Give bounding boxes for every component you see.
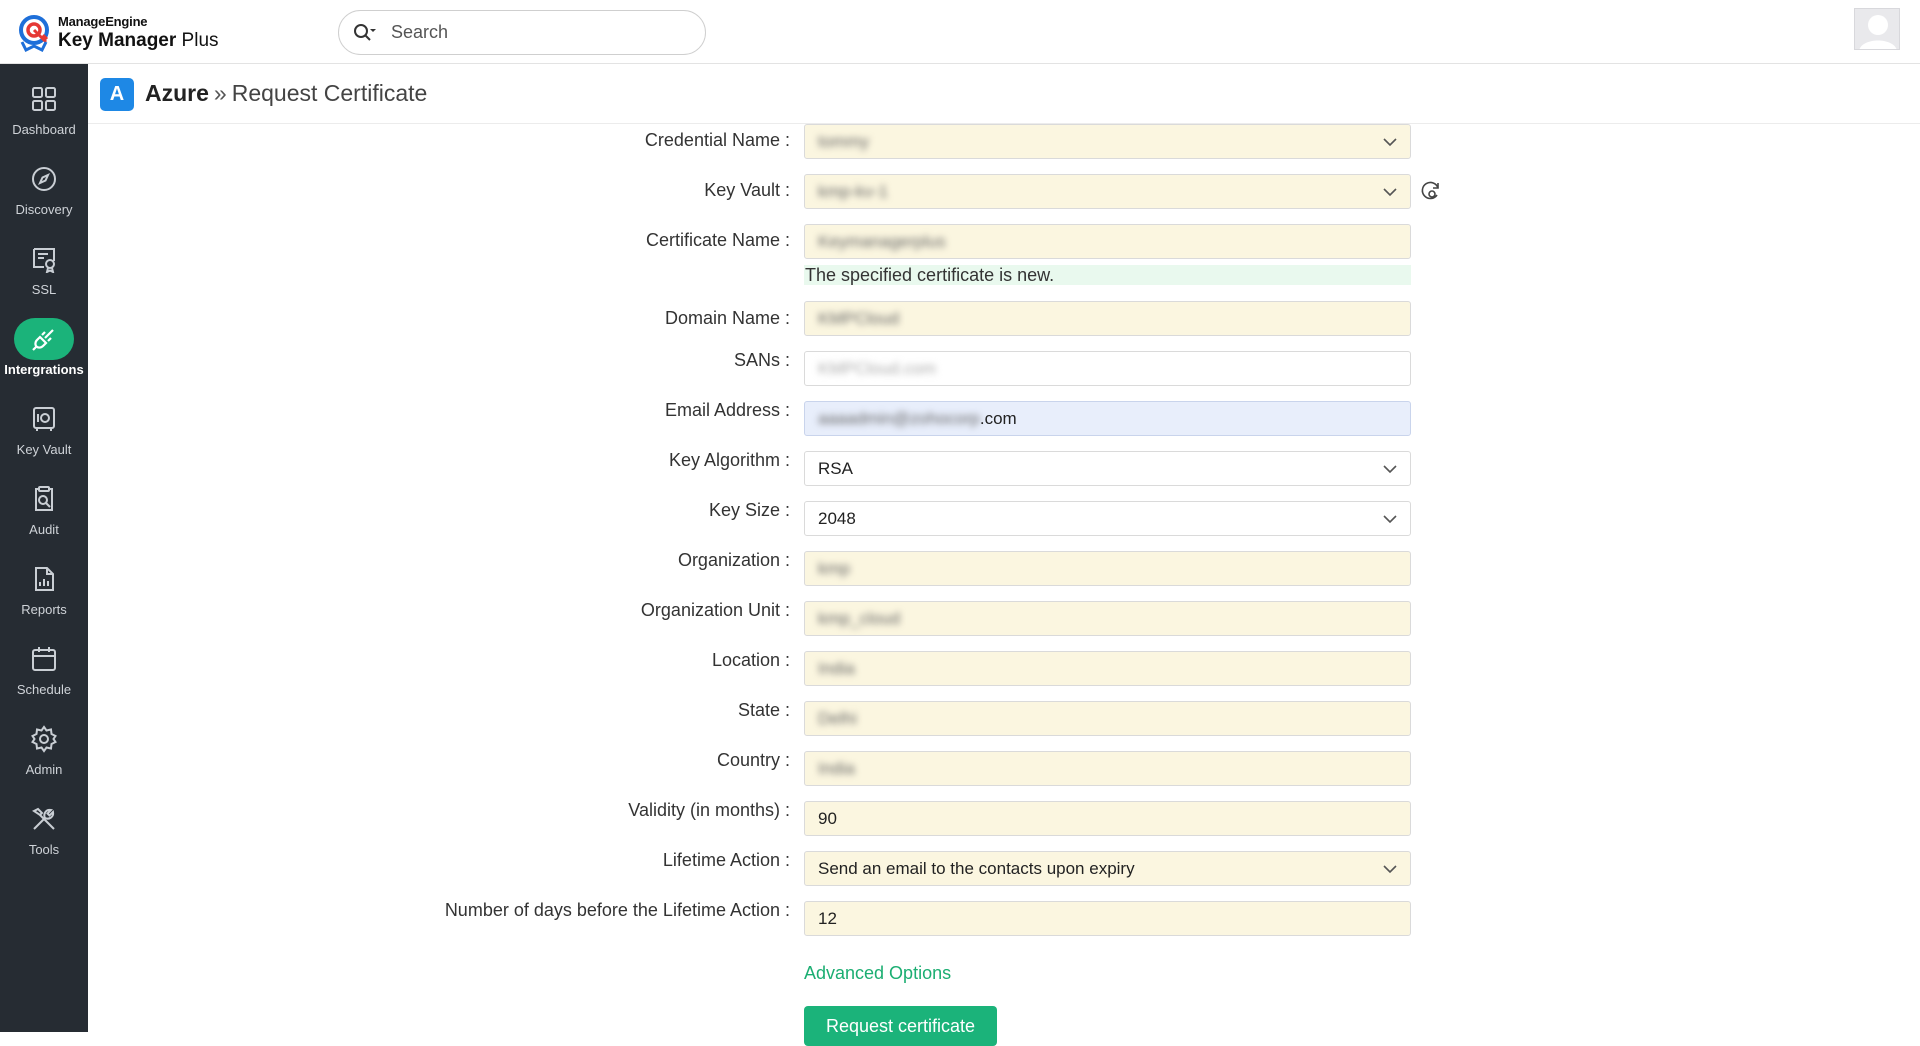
state-field[interactable]: Delhi <box>804 701 1411 736</box>
sans-field[interactable]: KMPCloud.com <box>804 351 1411 386</box>
sidebar-item-dashboard[interactable]: Dashboard <box>0 78 88 150</box>
brand-name: ManageEngine <box>58 13 148 29</box>
state-label: State : <box>737 700 790 720</box>
compass-icon <box>32 167 56 191</box>
email-address-field[interactable]: aaaadmin@zohocorp .com <box>804 401 1411 436</box>
search-input[interactable] <box>391 22 691 43</box>
top-bar: ManageEngine Key Manager Plus <box>0 0 1920 64</box>
country-field[interactable]: India <box>804 751 1411 786</box>
user-icon <box>1859 15 1897 49</box>
sidebar-item-label: Tools <box>28 842 60 857</box>
request-certificate-button[interactable]: Request certificate <box>804 1006 997 1046</box>
sidebar-item-reports[interactable]: Reports <box>0 558 88 630</box>
sidebar-item-tools[interactable]: Tools <box>0 798 88 870</box>
chevron-down-icon <box>1383 465 1397 474</box>
organization-field[interactable]: kmp <box>804 551 1411 586</box>
search-icon[interactable] <box>353 23 377 43</box>
certificate-icon <box>33 248 55 273</box>
sans-label: SANs : <box>733 350 790 370</box>
key-algorithm-label: Key Algorithm : <box>668 450 790 470</box>
key-manager-logo-icon <box>19 15 49 52</box>
chevron-down-icon <box>1383 188 1397 197</box>
product-name: Key Manager Plus <box>58 29 219 51</box>
calendar-icon <box>32 647 56 671</box>
breadcrumb-current: Request Certificate <box>231 80 428 106</box>
lifetime-action-label: Lifetime Action : <box>662 850 790 870</box>
sidebar-item-ssl[interactable]: SSL <box>0 238 88 310</box>
organization-label: Organization : <box>677 550 790 570</box>
sidebar-item-label: Reports <box>21 602 67 617</box>
days-before-field[interactable]: 12 <box>804 901 1411 936</box>
plug-icon <box>32 329 54 351</box>
credential-name-select[interactable]: tommy <box>804 124 1411 159</box>
sidebar-item-label: Intergrations <box>4 362 84 377</box>
sidebar-item-discovery[interactable]: Discovery <box>0 158 88 230</box>
app-logo[interactable]: ManageEngine Key Manager Plus <box>16 12 219 52</box>
breadcrumb-separator: » <box>213 80 227 106</box>
sidebar-item-integrations[interactable]: Intergrations <box>0 318 88 390</box>
azure-icon: A <box>100 78 134 111</box>
chevron-down-icon <box>1383 865 1397 874</box>
page-header: A Azure» Request Certificate <box>88 64 1920 124</box>
report-icon <box>35 567 54 591</box>
chevron-down-icon <box>1383 515 1397 524</box>
key-size-label: Key Size : <box>708 500 790 520</box>
location-field[interactable]: India <box>804 651 1411 686</box>
certificate-status-message: The specified certificate is new. <box>804 265 1411 285</box>
page-title: Azure» Request Certificate <box>145 80 427 107</box>
email-address-label: Email Address : <box>664 400 790 420</box>
certificate-name-field[interactable]: Keymanagerplus <box>804 224 1411 259</box>
tools-icon <box>32 807 55 830</box>
breadcrumb-azure[interactable]: Azure <box>145 80 209 106</box>
sidebar-item-schedule[interactable]: Schedule <box>0 638 88 710</box>
search-box[interactable] <box>338 10 706 55</box>
validity-label: Validity (in months) : <box>628 800 790 820</box>
credential-name-label: Credential Name : <box>644 130 790 150</box>
sidebar-item-label: Dashboard <box>12 122 76 137</box>
country-label: Country : <box>716 750 790 770</box>
organization-unit-field[interactable]: kmp_cloud <box>804 601 1411 636</box>
sidebar-item-admin[interactable]: Admin <box>0 718 88 790</box>
domain-name-field[interactable]: KMPCloud <box>804 301 1411 336</box>
location-label: Location : <box>711 650 790 670</box>
refresh-icon[interactable] <box>1418 179 1442 203</box>
key-vault-label: Key Vault : <box>704 180 790 200</box>
sidebar: Dashboard Discovery SSL Intergrations Ke… <box>0 64 88 1032</box>
sidebar-item-label: Discovery <box>15 202 73 217</box>
dashboard-icon <box>32 87 56 111</box>
key-size-select[interactable]: 2048 <box>804 501 1411 536</box>
key-algorithm-select[interactable]: RSA <box>804 451 1411 486</box>
sidebar-item-audit[interactable]: Audit <box>0 478 88 550</box>
advanced-options-link[interactable]: Advanced Options <box>804 963 951 984</box>
lifetime-action-select[interactable]: Send an email to the contacts upon expir… <box>804 851 1411 886</box>
sidebar-item-label: Key Vault <box>16 442 72 457</box>
key-vault-select[interactable]: kmp-kv-1 <box>804 174 1411 209</box>
chevron-down-icon <box>1383 138 1397 147</box>
user-avatar[interactable] <box>1854 8 1900 50</box>
sidebar-item-label: Admin <box>25 762 63 777</box>
sidebar-item-label: Audit <box>29 522 59 537</box>
domain-name-label: Domain Name : <box>664 308 790 328</box>
sidebar-item-label: SSL <box>31 282 57 297</box>
days-before-label: Number of days before the Lifetime Actio… <box>444 900 790 920</box>
gear-icon <box>31 725 57 753</box>
validity-field[interactable]: 90 <box>804 801 1411 836</box>
sidebar-item-key-vault[interactable]: Key Vault <box>0 398 88 470</box>
vault-icon <box>33 407 55 431</box>
organization-unit-label: Organization Unit : <box>640 600 790 620</box>
sidebar-item-label: Schedule <box>16 682 72 697</box>
audit-icon <box>35 486 53 511</box>
certificate-name-label: Certificate Name : <box>645 230 790 250</box>
